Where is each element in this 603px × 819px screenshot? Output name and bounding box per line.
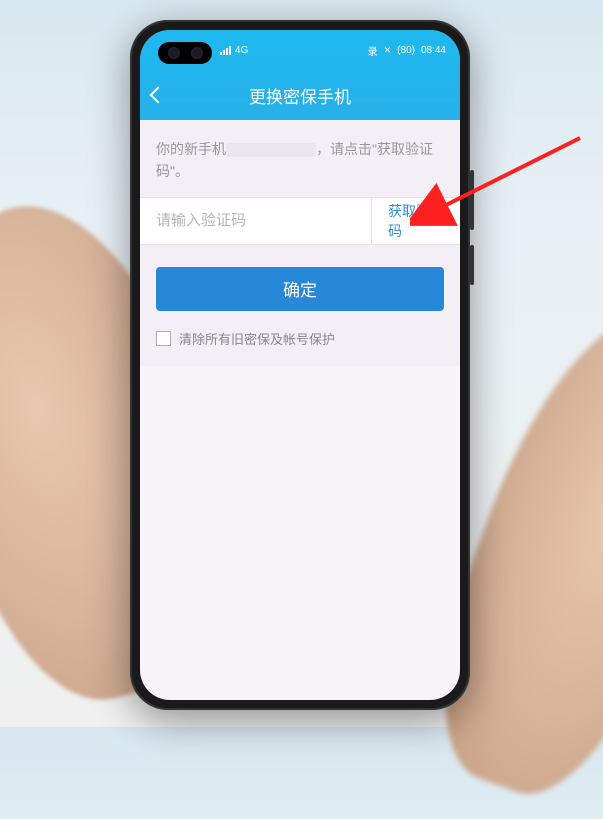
network-label: 4G [235,45,248,56]
verification-code-input[interactable] [140,212,371,229]
clock: 08:44 [421,45,446,56]
camera-cutout [158,42,212,64]
confirm-button[interactable]: 确定 [156,267,444,311]
page-title: 更换密保手机 [249,83,351,108]
signal-icon [220,45,231,55]
checkbox-label: 清除所有旧密保及帐号保护 [179,329,335,348]
verification-row: 获取验证码 [140,197,460,245]
recording-icon: 录 [368,43,378,58]
battery-text: (80) [397,45,415,56]
app-header: 更换密保手机 [140,70,460,120]
volume-button [470,170,474,230]
back-icon[interactable] [150,87,167,104]
get-code-button[interactable]: 获取验证码 [371,198,460,244]
masked-phone [226,143,316,157]
power-button [470,245,474,285]
hint-text: 你的新手机，请点击"获取验证码"。 [140,120,460,197]
content-area: 你的新手机，请点击"获取验证码"。 获取验证码 确定 清除所有旧密保及帐号保护 [140,120,460,366]
screen: 4G 录 ✕ (80) 08:44 更换密保手机 你的新手机，请点击"获取验证码… [140,30,460,700]
clear-security-checkbox[interactable] [156,331,171,346]
phone-frame: 4G 录 ✕ (80) 08:44 更换密保手机 你的新手机，请点击"获取验证码… [130,20,470,710]
checkbox-row[interactable]: 清除所有旧密保及帐号保护 [140,311,460,366]
